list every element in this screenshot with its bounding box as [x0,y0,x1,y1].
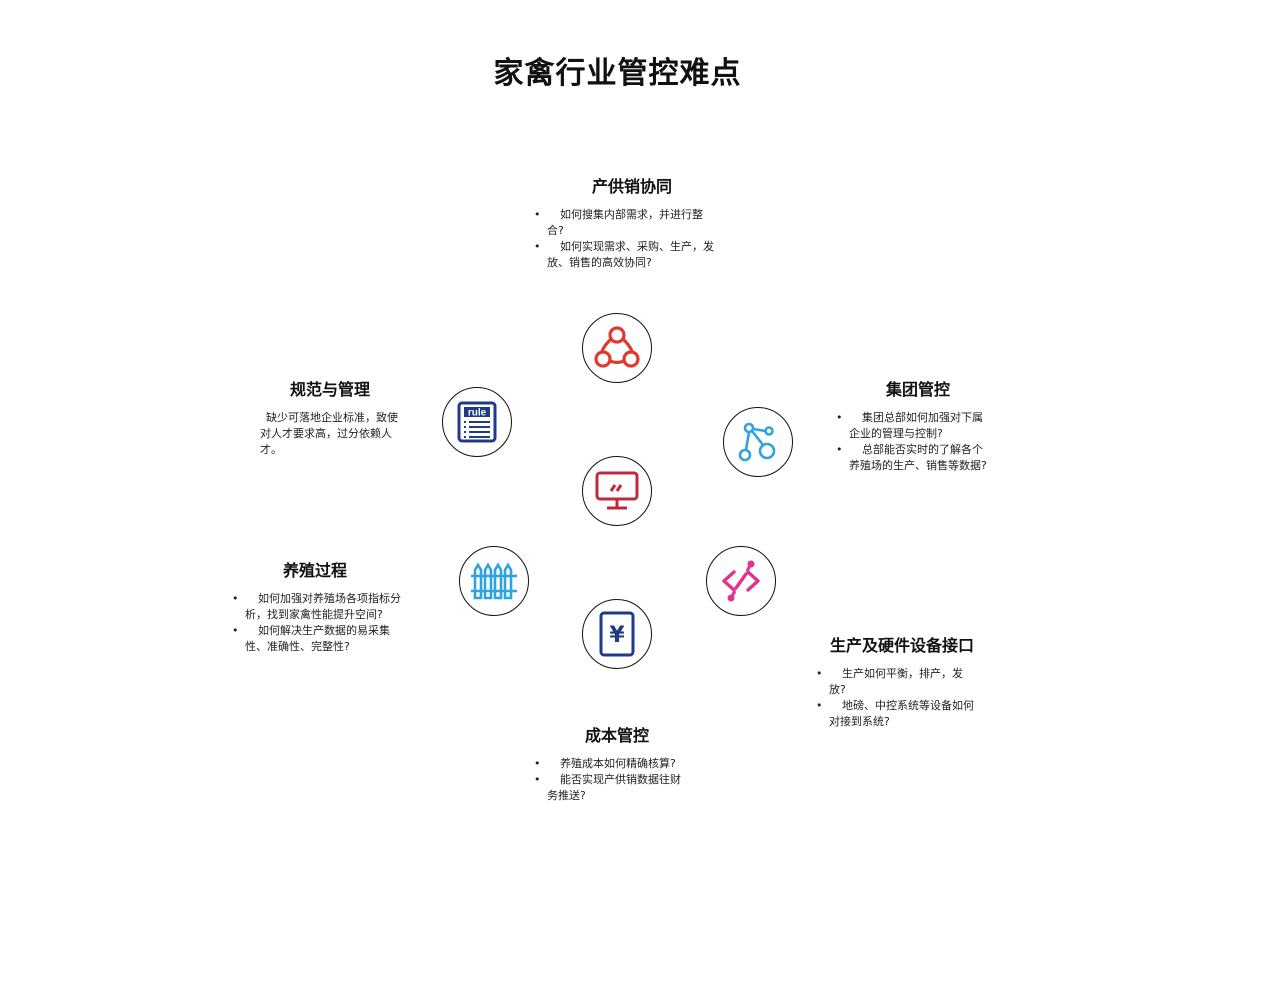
block-title: 成本管控 [584,726,649,745]
fence-icon [471,562,517,600]
list-item: 如何解决生产数据的易采集性、准确性、完整性? [232,623,410,655]
rule-document-icon: rule [457,401,497,443]
list-item: 如何加强对养殖场各项指标分析，找到家禽性能提升空间? [232,591,410,623]
network-nodes-icon [738,422,776,462]
interface-link-icon-circle [706,546,776,616]
interface-link-icon [722,560,760,602]
list-item: 养殖成本如何精确核算? [534,756,687,772]
fence-icon-circle [459,546,529,616]
block-title: 规范与管理 [289,380,370,399]
block-title: 集团管控 [885,380,950,399]
list-item: 如何实现需求、采购、生产，发放、销售的高效协同? [534,239,717,271]
list-item: 总部能否实时的了解各个养殖场的生产、销售等数据? [836,442,987,474]
block-title: 生产及硬件设备接口 [829,636,974,655]
monitor-icon [595,471,639,510]
block-breeding-process: 养殖过程 如何加强对养殖场各项指标分析，找到家禽性能提升空间? 如何解决生产数据… [232,557,410,655]
network-nodes-icon-circle [723,407,793,477]
share-nodes-icon [594,326,640,368]
block-standards-management: 规范与管理 缺少可落地企业标准，致使对人才要求高，过分依赖人才。 [260,376,400,458]
block-cost-control: 成本管控 养殖成本如何精确核算? 能否实现产供销数据往财务推送? [534,722,687,804]
list-item: 生产如何平衡，排产，发放? [816,666,975,698]
block-title: 产供销协同 [591,177,672,196]
block-title: 养殖过程 [282,561,347,580]
block-group-control: 集团管控 集团总部如何加强对下属企业的管理与控制? 总部能否实时的了解各个养殖场… [836,376,987,474]
block-supply-coordination: 产供销协同 如何搜集内部需求，并进行整合? 如何实现需求、采购、生产，发放、销售… [534,173,717,271]
rule-icon-label: rule [468,408,487,419]
list-item: 如何搜集内部需求，并进行整合? [534,207,717,239]
yuan-document-icon-circle: ¥ [582,599,652,669]
list-item: 地磅、中控系统等设备如何对接到系统? [816,698,975,730]
yuan-document-icon: ¥ [599,611,635,657]
rule-document-icon-circle: rule [442,387,512,457]
list-item: 集团总部如何加强对下属企业的管理与控制? [836,410,987,442]
monitor-icon-circle [582,456,652,526]
block-description: 缺少可落地企业标准，致使对人才要求高，过分依赖人才。 [260,411,398,456]
yuan-symbol: ¥ [609,623,625,648]
page-title: 家禽行业管控难点 [493,56,742,91]
block-hardware-interface: 生产及硬件设备接口 生产如何平衡，排产，发放? 地磅、中控系统等设备如何对接到系… [816,632,975,730]
list-item: 能否实现产供销数据往财务推送? [534,772,687,804]
share-nodes-icon-circle [582,313,652,383]
